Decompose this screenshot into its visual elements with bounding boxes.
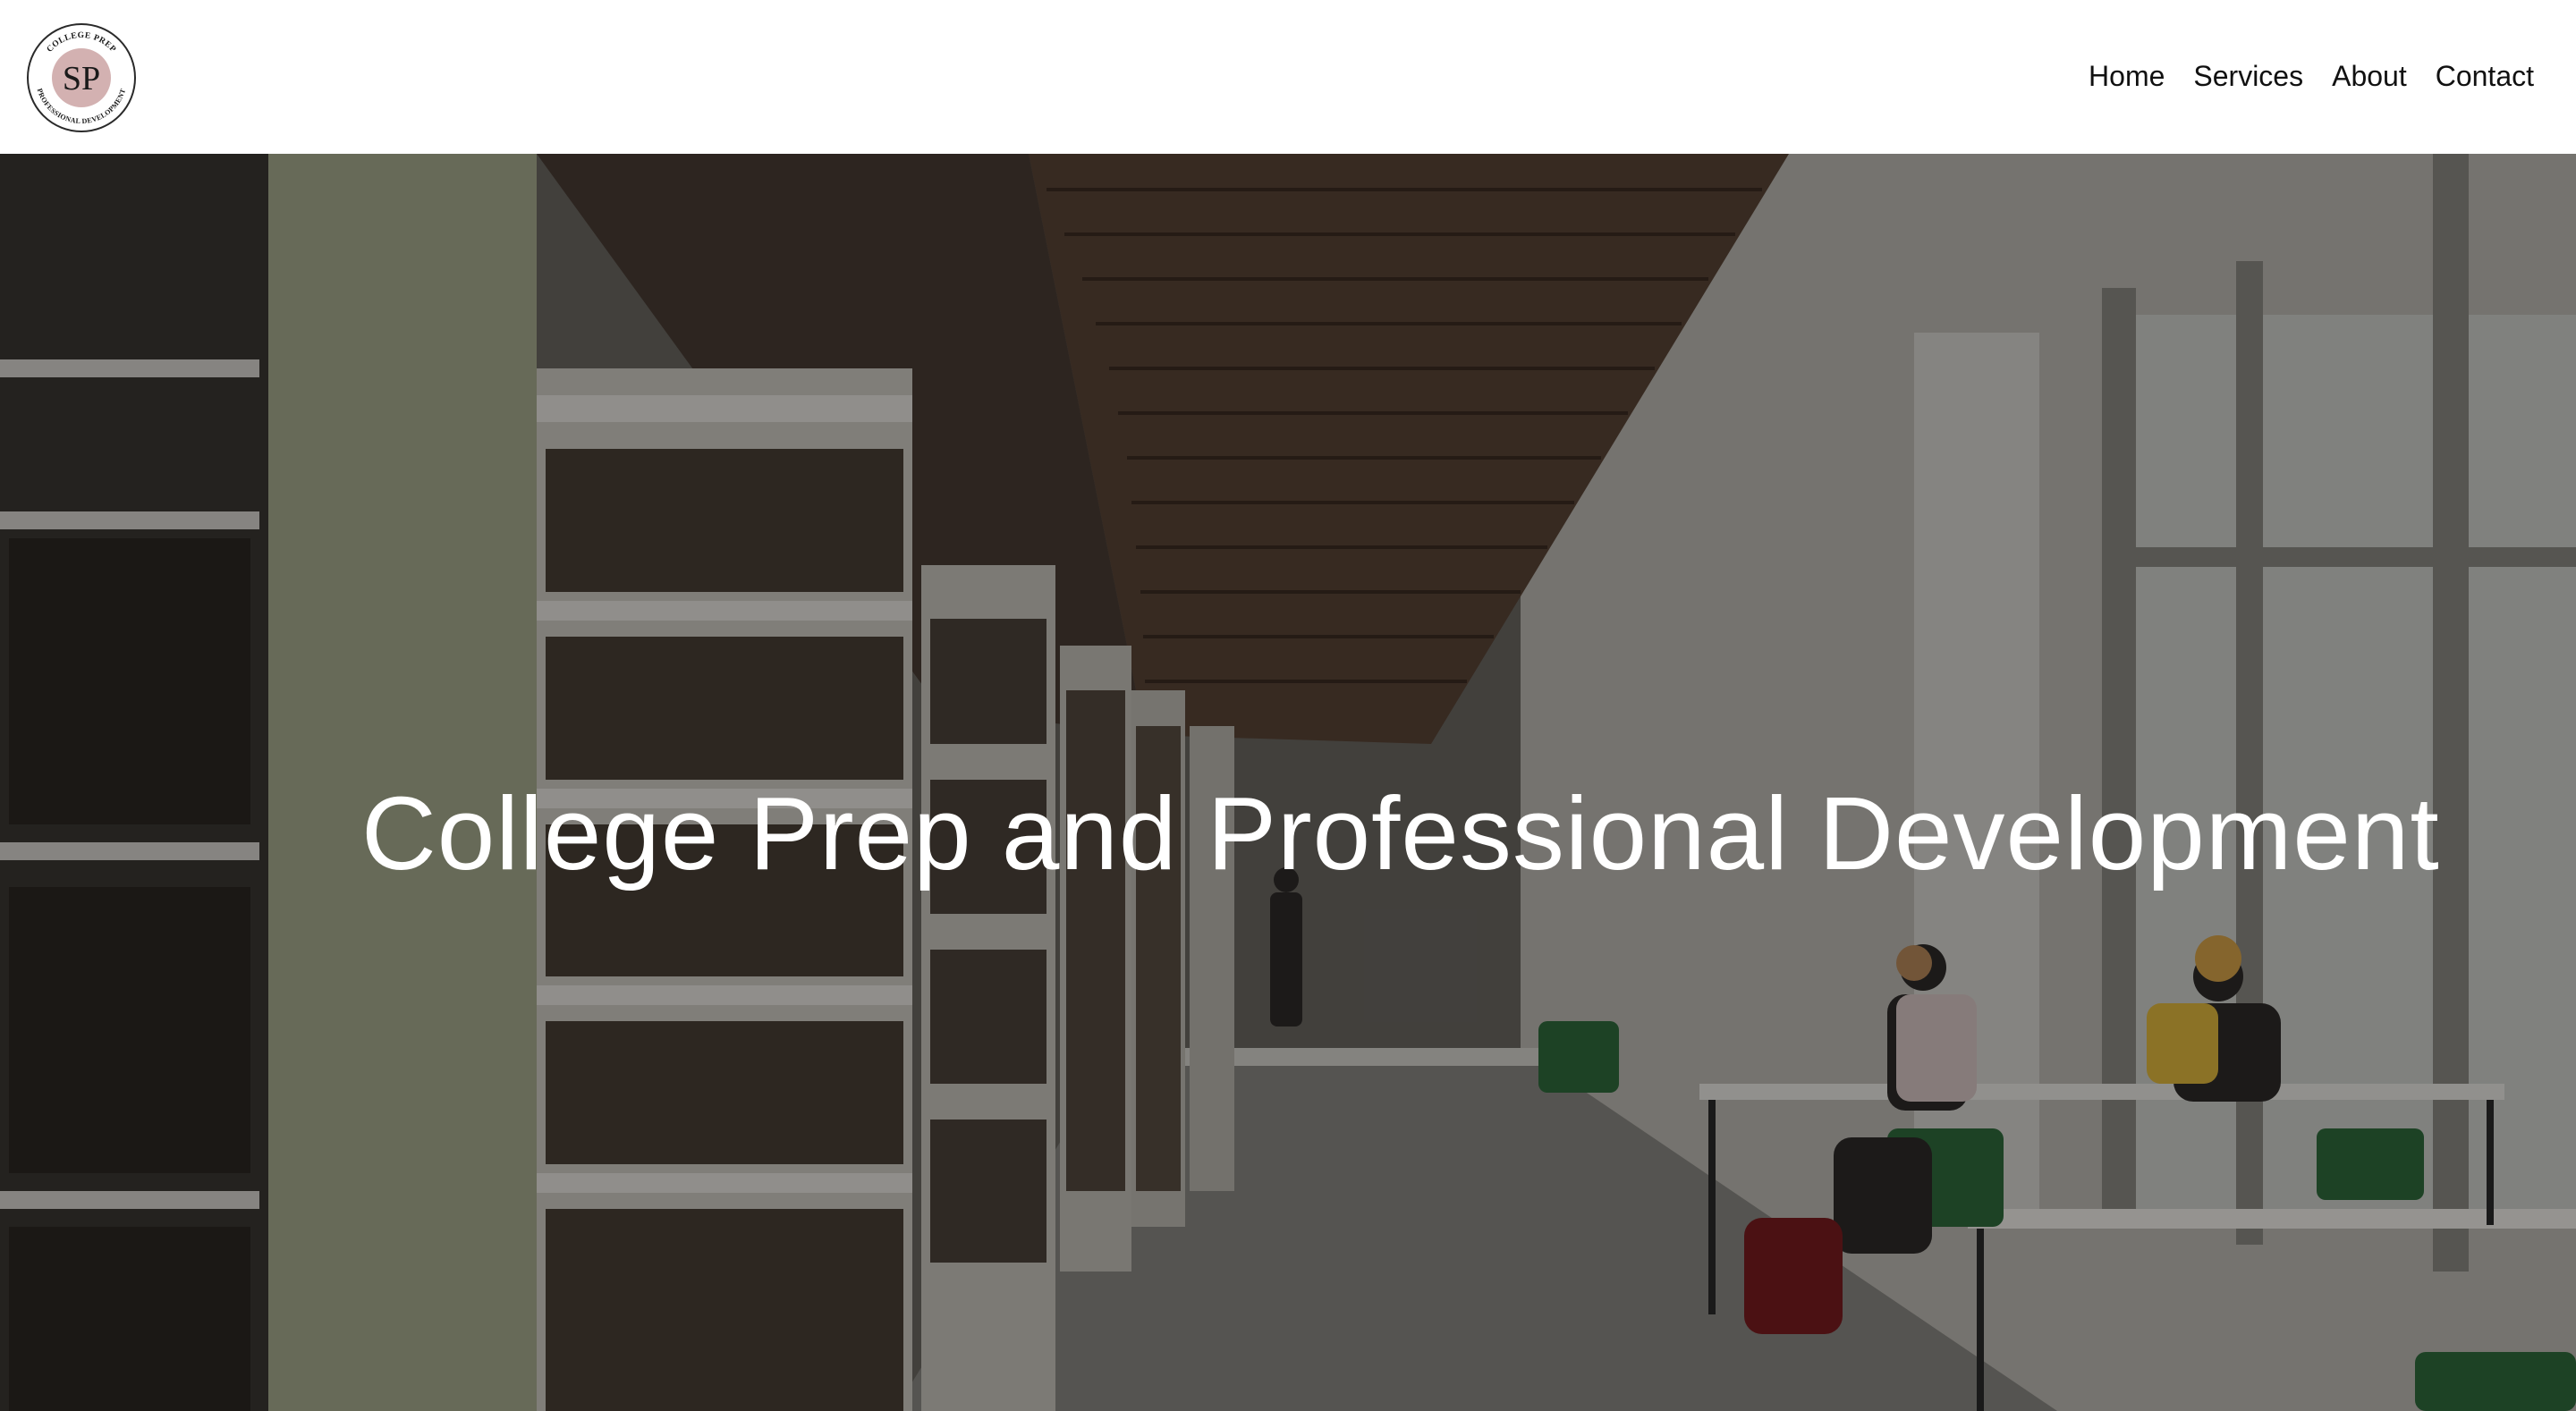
nav-item-contact[interactable]: Contact <box>2436 57 2534 95</box>
hero-section: College Prep and Professional Developmen… <box>0 154 2576 1411</box>
brand-logo[interactable]: COLLEGE PREP PROFESSIONAL DEVELOPMENT SP <box>25 21 138 134</box>
nav-item-services[interactable]: Services <box>2193 57 2303 95</box>
nav-item-home[interactable]: Home <box>2089 57 2165 95</box>
svg-text:SP: SP <box>63 60 100 97</box>
site-header: COLLEGE PREP PROFESSIONAL DEVELOPMENT SP… <box>0 0 2576 154</box>
nav-item-about[interactable]: About <box>2332 57 2407 95</box>
main-nav: Home Services About Contact <box>2089 57 2534 95</box>
brand-logo-seal-icon: COLLEGE PREP PROFESSIONAL DEVELOPMENT SP <box>27 23 136 132</box>
hero-title: College Prep and Professional Developmen… <box>361 775 2440 891</box>
